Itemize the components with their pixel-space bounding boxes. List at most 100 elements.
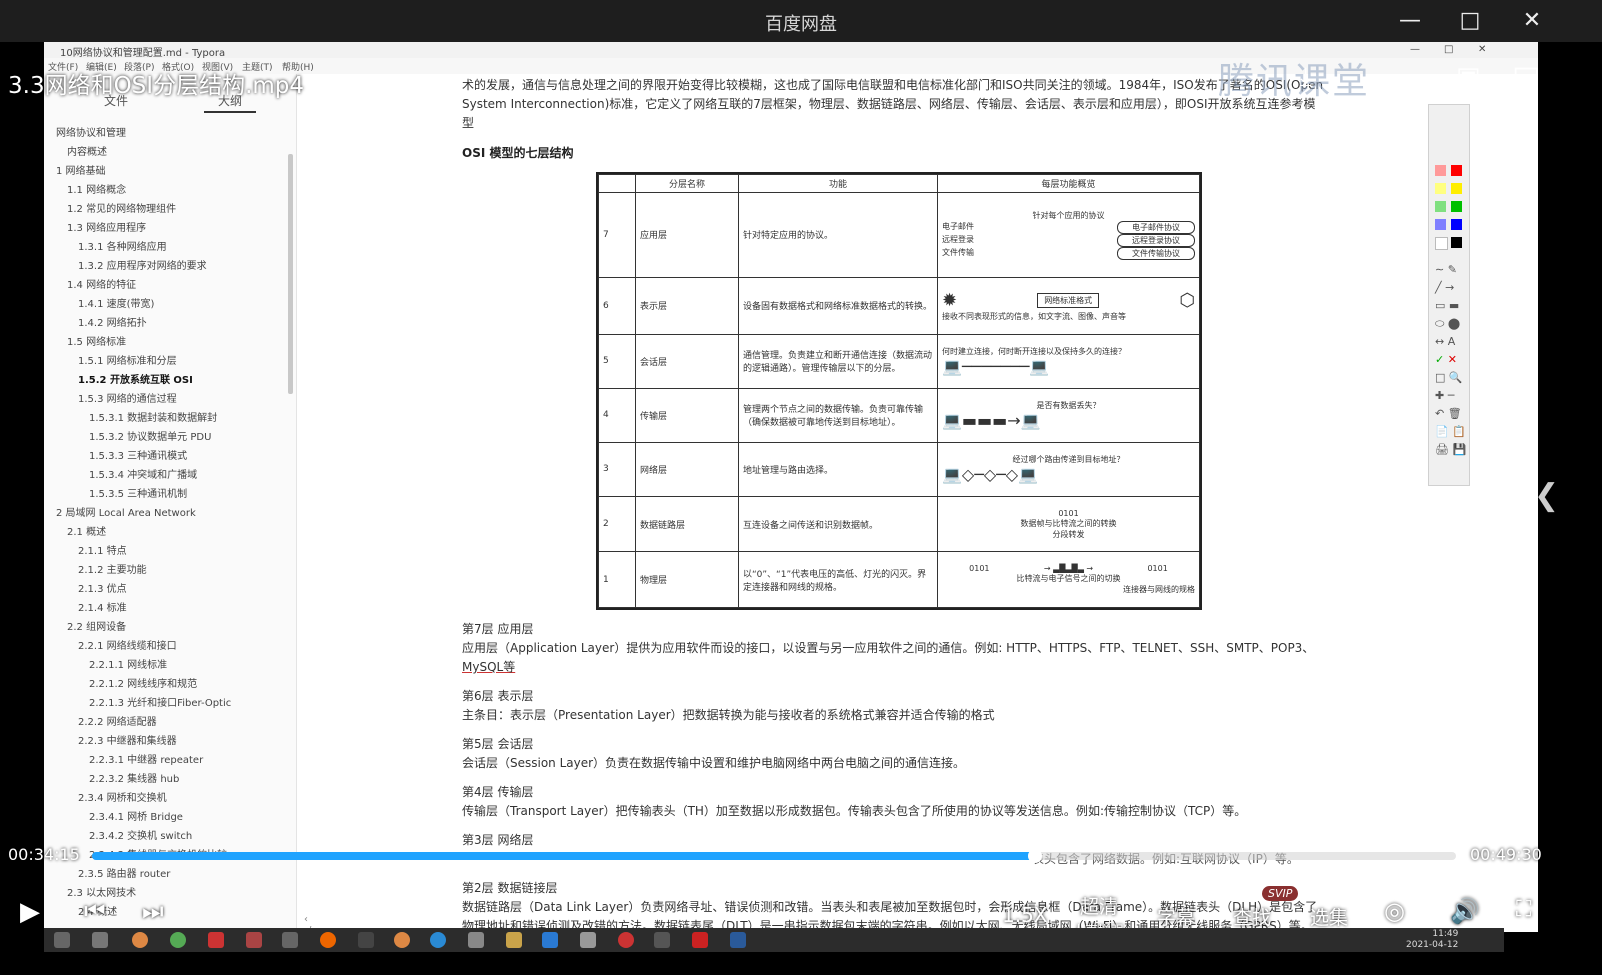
download-icon[interactable]: ⤓	[1300, 62, 1312, 93]
playback-speed-button[interactable]: 1.5X	[1002, 903, 1048, 927]
minimize-icon[interactable]: —	[1390, 6, 1430, 36]
next-icon[interactable]: ⏭	[142, 897, 164, 925]
pdf-icon[interactable]	[692, 932, 708, 948]
settings-icon[interactable]: ◎	[1384, 897, 1405, 925]
outline-item[interactable]: 2.1.2 主要功能	[44, 561, 292, 580]
outline-item[interactable]: 1.1 网络概念	[44, 181, 292, 200]
outline-item[interactable]: 网络协议和管理	[44, 124, 292, 143]
episodes-button[interactable]: 选集	[1310, 903, 1348, 930]
start-icon[interactable]	[54, 932, 70, 948]
color-swatch[interactable]	[1451, 183, 1462, 194]
progress-bar[interactable]	[92, 849, 1456, 863]
outline-item[interactable]: 2.2.3 中继器和集线器	[44, 732, 292, 751]
sidebar-scrollbar[interactable]	[288, 154, 293, 394]
typora-minimize-icon[interactable]: —	[1410, 44, 1420, 55]
edge-icon[interactable]	[430, 932, 446, 948]
outline-item[interactable]: 1.4.2 网络拓扑	[44, 314, 292, 333]
outline-item[interactable]: 2.2.3.2 集线器 hub	[44, 770, 292, 789]
intro-line-1: 术的发展，通信与信息处理之间的界限开始变得比较模糊，这也成了国际电信联盟和电信标…	[462, 78, 1324, 92]
outline-item[interactable]: 2.1 概述	[44, 523, 292, 542]
outline-item[interactable]: 1.5.1 网络标准和分层	[44, 352, 292, 371]
color-swatch[interactable]	[1451, 165, 1462, 176]
color-swatch[interactable]	[1451, 201, 1462, 212]
quality-button[interactable]: 超清	[1080, 892, 1118, 919]
play-icon[interactable]: ▶	[20, 897, 40, 927]
outline-item[interactable]: 1.5 网络标准	[44, 333, 292, 352]
close-icon[interactable]: ✕	[1512, 6, 1552, 36]
outline-item[interactable]: 2 局域网 Local Area Network	[44, 504, 292, 523]
taskbar-app-icon[interactable]	[358, 932, 374, 948]
typora-close-icon[interactable]: ✕	[1478, 44, 1486, 55]
chrome-icon[interactable]	[132, 932, 148, 948]
taskbar-app-icon[interactable]	[618, 932, 634, 948]
fullscreen-icon[interactable]: ⛶	[1516, 897, 1531, 922]
color-swatch[interactable]	[1435, 201, 1446, 212]
subtitle-button[interactable]: 字幕	[1157, 903, 1195, 930]
vm-icon[interactable]	[282, 932, 298, 948]
outline-item[interactable]: 2.2.2 网络适配器	[44, 713, 292, 732]
chrome-icon[interactable]	[394, 932, 410, 948]
outline-item[interactable]: 2.2.1 网络线缆和接口	[44, 637, 292, 656]
outline-item[interactable]: 2.2.1.2 网线线序和规范	[44, 675, 292, 694]
color-swatch[interactable]	[1435, 183, 1446, 194]
color-swatch[interactable]	[1451, 219, 1462, 230]
picture-in-picture-icon[interactable]: ◱	[1512, 60, 1540, 95]
outline-item[interactable]: 2.2.1.3 光纤和接口Fiber-Optic	[44, 694, 292, 713]
browser-icon[interactable]	[170, 932, 186, 948]
drawing-palette[interactable]: ∼ ✎ ╱ → ▭ ▬ ⬭ ⬤ ↔ A ✓ ✕ □ 🔍 ✚ ─ ↶ 🗑 📄 📋 🖨 💾	[1428, 104, 1470, 486]
outline-item[interactable]: 1.2 常见的网络物理组件	[44, 200, 292, 219]
outline-item[interactable]: 2.3.4 网桥和交换机	[44, 789, 292, 808]
osi-header-num	[598, 174, 636, 193]
firefox-icon[interactable]	[320, 932, 336, 948]
outline-item[interactable]: 1.4.1 速度(带宽)	[44, 295, 292, 314]
folder-icon[interactable]	[506, 932, 522, 948]
vm-icon[interactable]	[654, 932, 670, 948]
outline-item[interactable]: 内容概述	[44, 143, 292, 162]
outline-item[interactable]: 2.3.4.2 交换机 switch	[44, 827, 292, 846]
outline-item[interactable]: 2.4 概述	[44, 903, 292, 922]
color-swatch[interactable]	[1435, 237, 1448, 250]
maximize-icon[interactable]: □	[1450, 6, 1490, 36]
outline-item[interactable]: 1.3.1 各种网络应用	[44, 238, 292, 257]
outline-item[interactable]: 1.3 网络应用程序	[44, 219, 292, 238]
osi-row-overview: 针对每个应用的协议 电子邮件 电子邮件协议 远程登录 远程登录协议 文件传输 文件传输…	[937, 192, 1200, 278]
taskbar-app-icon[interactable]	[542, 932, 558, 948]
outline-item[interactable]: 2.2.3.1 中继器 repeater	[44, 751, 292, 770]
outline-item[interactable]: 1.5.3.5 三种通讯机制	[44, 485, 292, 504]
outline-item[interactable]: 1.5.2 开放系统互联 OSI	[44, 371, 292, 390]
outline-item[interactable]: 1.5.3.3 三种通讯模式	[44, 447, 292, 466]
volume-icon[interactable]: 🔊	[1450, 897, 1480, 925]
color-swatch[interactable]	[1451, 237, 1462, 248]
outline-item[interactable]: 1.5.3.1 数据封装和数据解封	[44, 409, 292, 428]
chevron-left-icon[interactable]: ❮	[1534, 478, 1559, 513]
typora-maximize-icon[interactable]: □	[1444, 44, 1453, 55]
taskbar-app-icon[interactable]	[246, 932, 262, 948]
outline-item[interactable]: 1.5.3.4 冲突域和广播域	[44, 466, 292, 485]
color-swatch[interactable]	[1435, 165, 1446, 176]
screenshot-icon[interactable]: ▣	[1456, 62, 1481, 92]
outline-item[interactable]: 2.3 以太网技术	[44, 884, 292, 903]
taskbar-app-icon[interactable]	[92, 932, 108, 948]
outline-item[interactable]: 2.2 组网设备	[44, 618, 292, 637]
progress-handle[interactable]	[1027, 849, 1042, 863]
drawing-tools[interactable]: ∼ ✎ ╱ → ▭ ▬ ⬭ ⬤ ↔ A ✓ ✕ □ 🔍 ✚ ─ ↶ 🗑 📄 📋 🖨 💾	[1435, 261, 1466, 459]
taskbar-app-icon[interactable]	[730, 932, 746, 948]
outline-item[interactable]: 1.3.2 应用程序对网络的要求	[44, 257, 292, 276]
outline-item[interactable]: 1.5.3.2 协议数据单元 PDU	[44, 428, 292, 447]
outline-item[interactable]: 2.3.4.1 网桥 Bridge	[44, 808, 292, 827]
taskbar-app-icon[interactable]	[208, 932, 224, 948]
typora-icon[interactable]	[580, 932, 596, 948]
outline-item[interactable]: 2.1.1 特点	[44, 542, 292, 561]
find-button[interactable]: 查找	[1233, 903, 1271, 930]
taskbar-app-icon[interactable]	[468, 932, 484, 948]
osi-row-num: 2	[598, 495, 636, 553]
outline-item[interactable]: 2.1.3 优点	[44, 580, 292, 599]
previous-icon[interactable]: ⏮	[84, 897, 106, 925]
color-swatch[interactable]	[1435, 219, 1446, 230]
outline-item[interactable]: 2.3.5 路由器 router	[44, 865, 292, 884]
outline-item[interactable]: 2.2.1.1 网线标准	[44, 656, 292, 675]
outline-item[interactable]: 1.5.3 网络的通信过程	[44, 390, 292, 409]
outline-item[interactable]: 1.4 网络的特征	[44, 276, 292, 295]
outline-item[interactable]: 2.1.4 标准	[44, 599, 292, 618]
outline-item[interactable]: 1 网络基础	[44, 162, 292, 181]
